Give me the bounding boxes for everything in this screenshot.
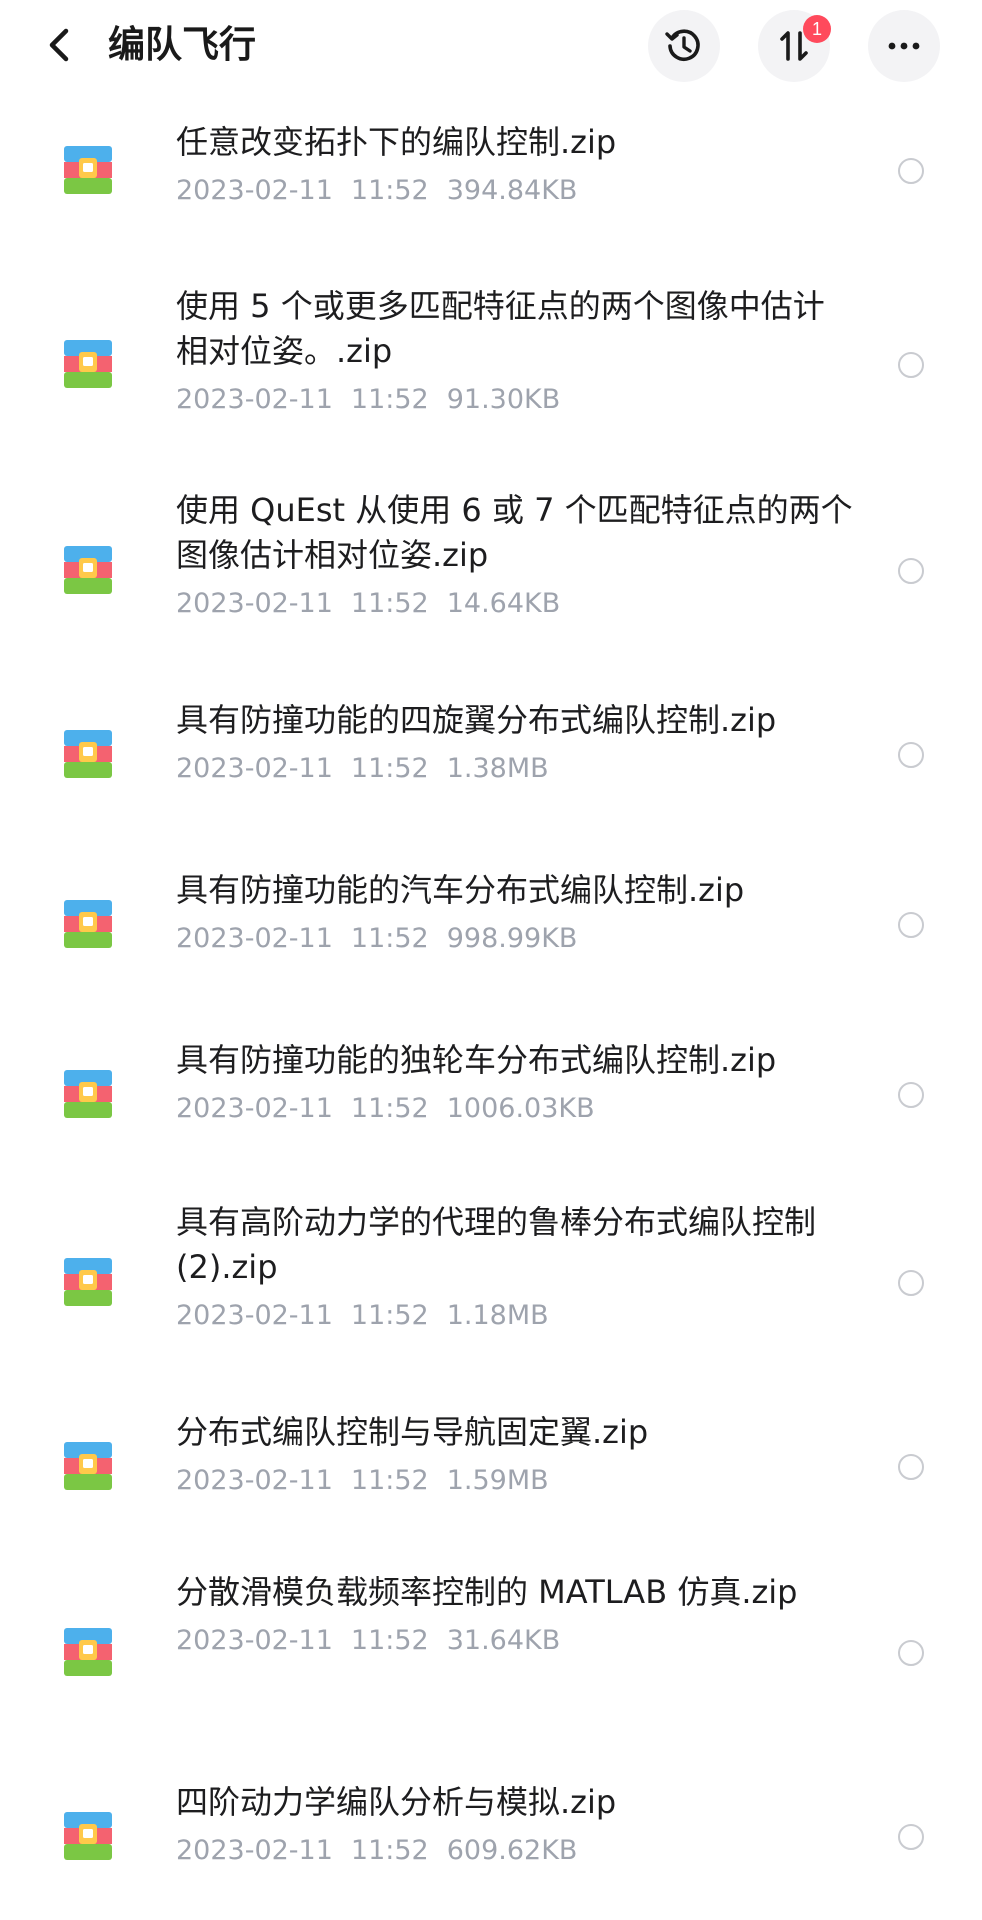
back-button[interactable] bbox=[34, 18, 84, 72]
zip-file-icon bbox=[64, 1258, 112, 1306]
select-checkbox[interactable] bbox=[898, 1270, 924, 1296]
file-browser-screen: 编队飞行 1 任意改变拓扑下的编队控制.zip 2023-02-11 11:52… bbox=[0, 0, 982, 1920]
chevron-left-icon bbox=[49, 28, 69, 62]
file-row[interactable]: 具有高阶动力学的代理的鲁棒分布式编队控制 (2).zip 2023-02-11 1… bbox=[0, 1188, 982, 1388]
file-date: 2023-02-11 bbox=[176, 1300, 333, 1331]
select-checkbox[interactable] bbox=[898, 1082, 924, 1108]
file-meta: 2023-02-11 11:52 1006.03KB bbox=[176, 1091, 856, 1127]
file-row[interactable]: 分散滑模负载频率控制的 MATLAB 仿真.zip 2023-02-11 11:5… bbox=[0, 1558, 982, 1758]
file-row[interactable]: 使用 5 个或更多匹配特征点的两个图像中估计相对位姿。.zip 2023-02-… bbox=[0, 260, 982, 478]
select-checkbox[interactable] bbox=[898, 352, 924, 378]
file-meta: 2023-02-11 11:52 1.18MB bbox=[176, 1298, 856, 1334]
transfer-button[interactable]: 1 bbox=[758, 10, 831, 82]
more-button[interactable] bbox=[868, 10, 940, 82]
select-checkbox[interactable] bbox=[898, 1824, 924, 1850]
file-row[interactable]: 具有防撞功能的四旋翼分布式编队控制.zip 2023-02-11 11:52 1.3… bbox=[0, 678, 982, 848]
zip-file-icon bbox=[64, 1070, 112, 1118]
file-name: 分散滑模负载频率控制的 MATLAB 仿真.zip bbox=[176, 1573, 798, 1611]
file-date: 2023-02-11 bbox=[176, 753, 333, 784]
file-size: 998.99KB bbox=[446, 923, 578, 954]
file-date: 2023-02-11 bbox=[176, 1093, 333, 1124]
header-bar: 编队飞行 1 bbox=[0, 0, 982, 90]
file-meta: 2023-02-11 11:52 394.84KB bbox=[176, 173, 856, 209]
zip-file-icon bbox=[64, 730, 112, 778]
file-time: 11:52 bbox=[350, 923, 429, 954]
file-name: 任意改变拓扑下的编队控制.zip bbox=[176, 123, 617, 161]
file-size: 1.18MB bbox=[446, 1300, 549, 1331]
file-meta: 2023-02-11 11:52 31.64KB bbox=[176, 1623, 856, 1659]
file-size: 1.38MB bbox=[446, 753, 549, 784]
select-checkbox[interactable] bbox=[898, 1454, 924, 1480]
file-size: 1006.03KB bbox=[446, 1093, 595, 1124]
file-row[interactable]: 具有防撞功能的汽车分布式编队控制.zip 2023-02-11 11:52 998.… bbox=[0, 848, 982, 1018]
file-name: 使用 5 个或更多匹配特征点的两个图像中估计相对位姿。.zip bbox=[176, 287, 825, 370]
file-date: 2023-02-11 bbox=[176, 384, 333, 415]
file-name: 使用 QuEst 从使用 6 或 7 个匹配特征点的两个图像估计相对位姿.zip bbox=[176, 491, 853, 574]
file-size: 31.64KB bbox=[446, 1625, 561, 1656]
file-row[interactable]: 任意改变拓扑下的编队控制.zip 2023-02-11 11:52 394.84KB bbox=[0, 90, 982, 260]
file-time: 11:52 bbox=[350, 1835, 429, 1866]
file-list: 任意改变拓扑下的编队控制.zip 2023-02-11 11:52 394.84KB… bbox=[0, 90, 982, 1920]
more-icon bbox=[888, 42, 920, 50]
file-meta: 2023-02-11 11:52 91.30KB bbox=[176, 382, 856, 418]
file-row[interactable]: 四阶动力学编队分析与模拟.zip 2023-02-11 11:52 609.62KB bbox=[0, 1758, 982, 1920]
file-date: 2023-02-11 bbox=[176, 1625, 333, 1656]
zip-file-icon bbox=[64, 1628, 112, 1676]
file-time: 11:52 bbox=[350, 384, 429, 415]
page-title: 编队飞行 bbox=[108, 23, 256, 66]
file-size: 14.64KB bbox=[446, 588, 561, 619]
file-time: 11:52 bbox=[350, 588, 429, 619]
file-size: 91.30KB bbox=[446, 384, 561, 415]
file-size: 394.84KB bbox=[446, 175, 578, 206]
file-time: 11:52 bbox=[350, 1300, 429, 1331]
file-time: 11:52 bbox=[350, 753, 429, 784]
zip-file-icon bbox=[64, 1812, 112, 1860]
file-time: 11:52 bbox=[350, 1465, 429, 1496]
file-name: 分布式编队控制与导航固定翼.zip bbox=[176, 1413, 649, 1451]
select-checkbox[interactable] bbox=[898, 912, 924, 938]
transfer-badge: 1 bbox=[803, 15, 831, 43]
file-date: 2023-02-11 bbox=[176, 1465, 333, 1496]
file-date: 2023-02-11 bbox=[176, 1835, 333, 1866]
file-date: 2023-02-11 bbox=[176, 588, 333, 619]
select-checkbox[interactable] bbox=[898, 1640, 924, 1666]
zip-file-icon bbox=[64, 546, 112, 594]
select-checkbox[interactable] bbox=[898, 558, 924, 584]
file-name: 具有高阶动力学的代理的鲁棒分布式编队控制 (2).zip bbox=[176, 1203, 817, 1286]
zip-file-icon bbox=[64, 900, 112, 948]
file-meta: 2023-02-11 11:52 1.59MB bbox=[176, 1463, 856, 1499]
file-time: 11:52 bbox=[350, 175, 429, 206]
file-meta: 2023-02-11 11:52 609.62KB bbox=[176, 1833, 856, 1869]
select-checkbox[interactable] bbox=[898, 742, 924, 768]
file-meta: 2023-02-11 11:52 998.99KB bbox=[176, 921, 856, 957]
zip-file-icon bbox=[64, 340, 112, 388]
history-icon bbox=[665, 29, 700, 62]
file-size: 1.59MB bbox=[446, 1465, 549, 1496]
zip-file-icon bbox=[64, 1442, 112, 1490]
file-size: 609.62KB bbox=[446, 1835, 578, 1866]
file-time: 11:52 bbox=[350, 1093, 429, 1124]
file-name: 具有防撞功能的汽车分布式编队控制.zip bbox=[176, 871, 745, 909]
file-meta: 2023-02-11 11:52 1.38MB bbox=[176, 751, 856, 787]
file-date: 2023-02-11 bbox=[176, 175, 333, 206]
select-checkbox[interactable] bbox=[898, 158, 924, 184]
file-row[interactable]: 分布式编队控制与导航固定翼.zip 2023-02-11 11:52 1.59MB bbox=[0, 1388, 982, 1558]
file-name: 具有防撞功能的独轮车分布式编队控制.zip bbox=[176, 1041, 777, 1079]
file-row[interactable]: 使用 QuEst 从使用 6 或 7 个匹配特征点的两个图像估计相对位姿.zip… bbox=[0, 478, 982, 678]
file-name: 四阶动力学编队分析与模拟.zip bbox=[176, 1783, 617, 1821]
file-row[interactable]: 具有防撞功能的独轮车分布式编队控制.zip 2023-02-11 11:52 100… bbox=[0, 1018, 982, 1188]
file-name: 具有防撞功能的四旋翼分布式编队控制.zip bbox=[176, 701, 777, 739]
file-date: 2023-02-11 bbox=[176, 923, 333, 954]
file-time: 11:52 bbox=[350, 1625, 429, 1656]
zip-file-icon bbox=[64, 146, 112, 194]
history-button[interactable] bbox=[648, 10, 720, 82]
file-meta: 2023-02-11 11:52 14.64KB bbox=[176, 586, 856, 622]
